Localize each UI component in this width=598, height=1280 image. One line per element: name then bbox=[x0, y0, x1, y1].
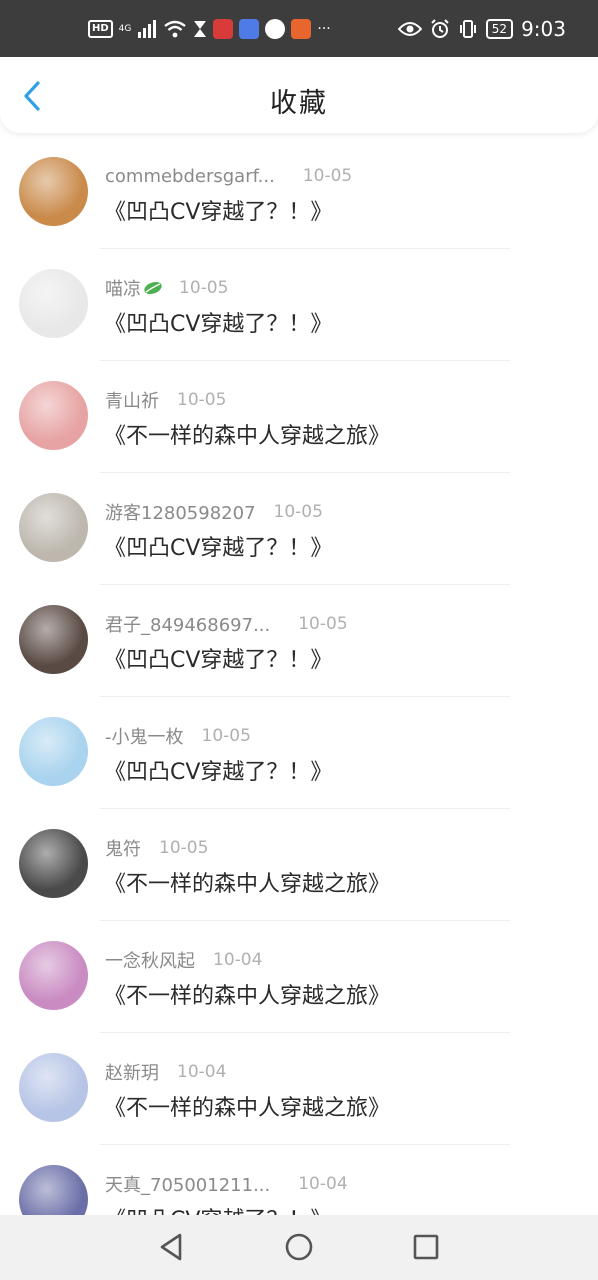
app-globe-icon bbox=[265, 18, 286, 39]
list-item[interactable]: 天真_705001211... 10-04 《凹凸CV穿越了？！》 bbox=[0, 1145, 598, 1215]
book-title[interactable]: 《凹凸CV穿越了？！》 bbox=[104, 1202, 332, 1215]
battery-icon: 52 bbox=[485, 18, 514, 39]
signal-icon bbox=[138, 19, 157, 38]
favorites-list: commebdersgarf... 10-05 《凹凸CV穿越了？！》 喵凉 1… bbox=[0, 137, 598, 1215]
hd-badge: HD bbox=[88, 19, 113, 38]
username[interactable]: 喵凉 bbox=[105, 275, 141, 301]
app-orange-icon bbox=[291, 18, 312, 39]
item-meta: -小鬼一枚 10-05 bbox=[105, 723, 251, 749]
book-title[interactable]: 《不一样的森中人穿越之旅》 bbox=[104, 866, 390, 898]
date: 10-04 bbox=[213, 950, 263, 970]
eye-icon bbox=[397, 21, 422, 36]
list-item[interactable]: 喵凉 10-05 《凹凸CV穿越了？！》 bbox=[0, 249, 598, 361]
avatar[interactable] bbox=[19, 1165, 88, 1215]
app-header: 收藏 bbox=[0, 57, 598, 133]
item-meta: 鬼符 10-05 bbox=[105, 835, 209, 861]
date: 10-04 bbox=[177, 1062, 227, 1082]
status-bar: HD 4G ··· 52 9:03 bbox=[0, 0, 598, 57]
username[interactable]: 青山祈 bbox=[105, 387, 159, 413]
book-title[interactable]: 《不一样的森中人穿越之旅》 bbox=[104, 978, 390, 1010]
username[interactable]: 鬼符 bbox=[105, 835, 141, 861]
username[interactable]: 游客1280598207 bbox=[105, 499, 256, 525]
item-meta: 喵凉 10-05 bbox=[105, 275, 229, 301]
username[interactable]: 君子_849468697... bbox=[105, 611, 270, 637]
list-item[interactable]: 赵新玥 10-04 《不一样的森中人穿越之旅》 bbox=[0, 1033, 598, 1145]
avatar[interactable] bbox=[19, 157, 88, 226]
status-right: 52 9:03 bbox=[397, 0, 566, 57]
avatar[interactable] bbox=[19, 269, 88, 338]
book-title[interactable]: 《凹凸CV穿越了？！》 bbox=[104, 194, 332, 226]
more-indicator: ··· bbox=[317, 20, 331, 37]
list-item[interactable]: 一念秋风起 10-04 《不一样的森中人穿越之旅》 bbox=[0, 921, 598, 1033]
list-item[interactable]: 鬼符 10-05 《不一样的森中人穿越之旅》 bbox=[0, 809, 598, 921]
avatar[interactable] bbox=[19, 381, 88, 450]
item-meta: 天真_705001211... 10-04 bbox=[105, 1171, 348, 1197]
item-meta: commebdersgarf... 10-05 bbox=[105, 165, 352, 187]
username[interactable]: 赵新玥 bbox=[105, 1059, 159, 1085]
book-title[interactable]: 《凹凸CV穿越了？！》 bbox=[104, 306, 332, 338]
list-item[interactable]: 青山祈 10-05 《不一样的森中人穿越之旅》 bbox=[0, 361, 598, 473]
list-item[interactable]: 君子_849468697... 10-05 《凹凸CV穿越了？！》 bbox=[0, 585, 598, 697]
list-item[interactable]: commebdersgarf... 10-05 《凹凸CV穿越了？！》 bbox=[0, 137, 598, 249]
status-left: HD 4G ··· bbox=[88, 0, 331, 57]
date: 10-05 bbox=[201, 726, 251, 746]
list-item[interactable]: -小鬼一枚 10-05 《凹凸CV穿越了？！》 bbox=[0, 697, 598, 809]
app-blue-icon bbox=[239, 18, 260, 39]
username[interactable]: 一念秋风起 bbox=[105, 947, 195, 973]
date: 10-05 bbox=[302, 166, 353, 186]
item-meta: 君子_849468697... 10-05 bbox=[105, 611, 348, 637]
alarm-icon bbox=[431, 18, 449, 38]
app-red-icon bbox=[213, 18, 234, 39]
avatar[interactable] bbox=[19, 1053, 88, 1122]
date: 10-04 bbox=[298, 1174, 348, 1194]
wifi-icon bbox=[164, 20, 187, 37]
network-label: 4G bbox=[118, 23, 132, 34]
username[interactable]: 天真_705001211... bbox=[105, 1171, 270, 1197]
home-circle-icon[interactable] bbox=[282, 1230, 316, 1264]
list-item[interactable]: 游客1280598207 10-05 《凹凸CV穿越了？！》 bbox=[0, 473, 598, 585]
username[interactable]: -小鬼一枚 bbox=[105, 723, 184, 749]
avatar[interactable] bbox=[19, 829, 88, 898]
username[interactable]: commebdersgarf... bbox=[105, 166, 275, 187]
date: 10-05 bbox=[273, 502, 323, 522]
avatar[interactable] bbox=[19, 605, 88, 674]
book-title[interactable]: 《不一样的森中人穿越之旅》 bbox=[104, 1090, 390, 1122]
vibrate-icon bbox=[459, 19, 476, 38]
date: 10-05 bbox=[159, 838, 209, 858]
book-title[interactable]: 《不一样的森中人穿越之旅》 bbox=[104, 418, 390, 450]
book-title[interactable]: 《凹凸CV穿越了？！》 bbox=[104, 530, 332, 562]
page-title: 收藏 bbox=[270, 88, 328, 119]
clock: 9:03 bbox=[521, 16, 566, 41]
system-nav-bar bbox=[0, 1215, 598, 1280]
date: 10-05 bbox=[177, 390, 227, 410]
item-meta: 一念秋风起 10-04 bbox=[105, 947, 263, 973]
item-meta: 青山祈 10-05 bbox=[105, 387, 227, 413]
back-triangle-icon[interactable] bbox=[154, 1230, 188, 1264]
item-meta: 赵新玥 10-04 bbox=[105, 1059, 227, 1085]
avatar[interactable] bbox=[19, 717, 88, 786]
item-meta: 游客1280598207 10-05 bbox=[105, 499, 323, 525]
date: 10-05 bbox=[179, 278, 229, 298]
date: 10-05 bbox=[298, 614, 348, 634]
avatar[interactable] bbox=[19, 493, 88, 562]
leaf-icon bbox=[144, 281, 162, 295]
book-title[interactable]: 《凹凸CV穿越了？！》 bbox=[104, 642, 332, 674]
book-title[interactable]: 《凹凸CV穿越了？！》 bbox=[104, 754, 332, 786]
hourglass-icon bbox=[194, 20, 207, 37]
avatar[interactable] bbox=[19, 941, 88, 1010]
recents-square-icon[interactable] bbox=[409, 1230, 443, 1264]
